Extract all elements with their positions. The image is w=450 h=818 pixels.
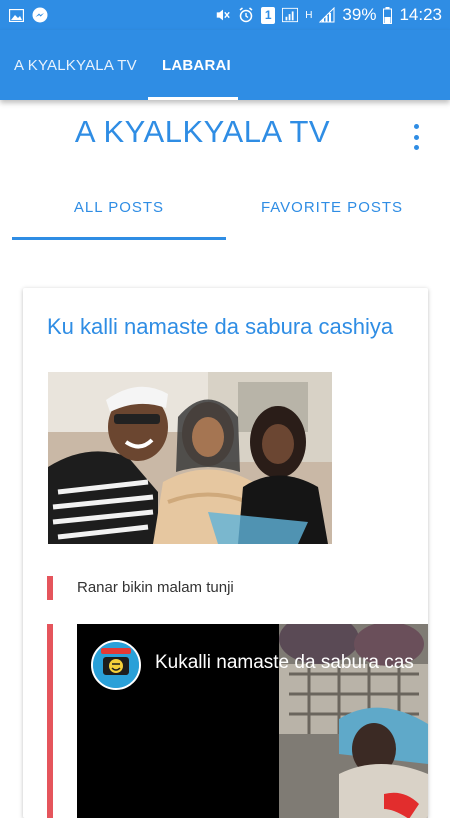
- messenger-icon: [32, 7, 48, 23]
- tab-label: FAVORITE POSTS: [260, 198, 404, 216]
- post-tab-indicator: [12, 237, 226, 240]
- mute-icon: [215, 7, 231, 23]
- quote-bar: [47, 624, 53, 818]
- signal-icon: [282, 7, 299, 23]
- play-logo-icon: [91, 640, 141, 690]
- tab-label: ALL POSTS: [73, 198, 165, 216]
- app-bar: A KYALKYALA TV LABARAI: [0, 30, 450, 100]
- battery-percent: 39%: [342, 5, 377, 24]
- tab-favorite-posts[interactable]: FAVORITE POSTS: [226, 182, 438, 232]
- tab-labarai[interactable]: LABARAI: [162, 30, 231, 100]
- video-title[interactable]: Kukalli namaste da sabura cas: [155, 652, 414, 674]
- tab-all-posts[interactable]: ALL POSTS: [12, 182, 226, 232]
- cell-signal-icon: [319, 7, 335, 23]
- quote-bar: [47, 576, 53, 600]
- alarm-icon: [238, 7, 254, 23]
- sim-icon: 1: [261, 6, 276, 24]
- post-image[interactable]: [48, 372, 332, 544]
- more-vert-icon[interactable]: [410, 124, 422, 150]
- battery-icon: [383, 6, 393, 24]
- tab-a-kyalkyala-tv[interactable]: A KYALKYALA TV: [14, 30, 137, 100]
- active-tab-indicator: [148, 97, 238, 100]
- embedded-video[interactable]: Kukalli namaste da sabura cas: [77, 624, 428, 818]
- post-card[interactable]: Ku kalli namaste da sabura cashiya Ranar…: [23, 288, 428, 818]
- gallery-icon: [8, 7, 24, 23]
- clock: 14:23: [399, 5, 442, 24]
- site-title: A KYALKYALA TV: [74, 114, 331, 149]
- tab-label: LABARAI: [162, 56, 231, 74]
- status-bar: 1 H 39% 14:23: [0, 0, 450, 30]
- tab-label: A KYALKYALA TV: [14, 56, 137, 74]
- post-tabs: ALL POSTS FAVORITE POSTS: [12, 182, 438, 242]
- post-quote: Ranar bikin malam tunji: [77, 579, 234, 596]
- network-type: H: [305, 9, 313, 21]
- post-title[interactable]: Ku kalli namaste da sabura cashiya: [47, 312, 407, 341]
